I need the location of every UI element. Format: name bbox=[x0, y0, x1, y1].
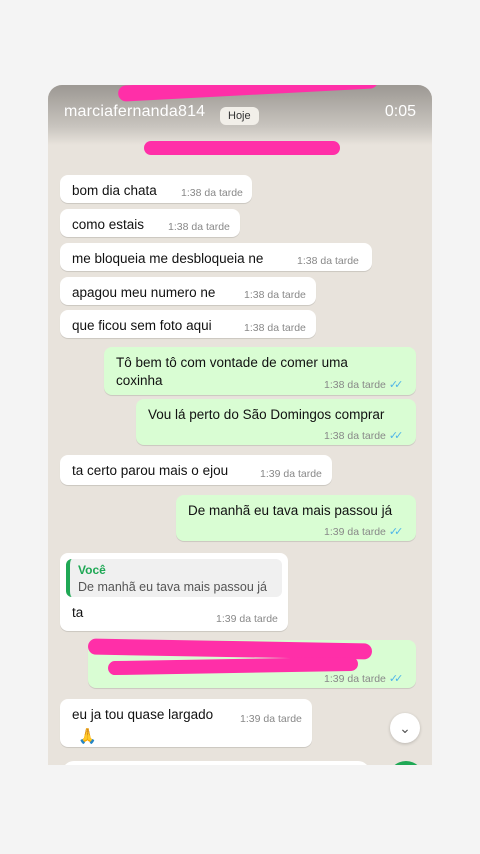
message-time: 1:38 da tarde bbox=[244, 322, 306, 334]
message-text: ta certo parou mais o ejou bbox=[72, 463, 229, 478]
read-receipt-icon: ✓✓ bbox=[388, 379, 404, 391]
message-time: 1:39 da tarde bbox=[260, 468, 322, 480]
outgoing-message[interactable]: De manhã eu tava mais passou já 1:39 da … bbox=[176, 495, 416, 541]
time-label: 1:39 da tarde bbox=[324, 526, 386, 538]
time-label: 1:38 da tarde bbox=[324, 379, 386, 391]
message-text: coxinha bbox=[116, 373, 163, 388]
message-time: 1:38 da tarde ✓✓ bbox=[324, 378, 404, 391]
message-time: 1:38 da tarde ✓✓ bbox=[324, 429, 404, 442]
incoming-reply-message[interactable]: Você De manhã eu tava mais passou já ta … bbox=[60, 553, 288, 631]
time-label: 1:38 da tarde bbox=[324, 430, 386, 442]
incoming-message[interactable]: apagou meu numero ne 1:38 da tarde bbox=[60, 277, 316, 305]
message-time: 1:38 da tarde bbox=[168, 221, 230, 233]
message-text: como estais bbox=[72, 217, 145, 232]
contact-username[interactable]: marciafernanda814 bbox=[64, 103, 205, 121]
message-time: 1:38 da tarde bbox=[244, 289, 306, 301]
message-time: 1:39 da tarde bbox=[240, 713, 302, 725]
scroll-down-button[interactable]: ⌄ bbox=[390, 713, 420, 743]
message-time: 1:38 da tarde bbox=[297, 255, 359, 267]
message-text: De manhã eu tava mais passou já bbox=[188, 503, 393, 518]
chevron-down-icon: ⌄ bbox=[399, 720, 411, 736]
message-text: apagou meu numero ne bbox=[72, 285, 216, 300]
message-text: eu ja tou quase largado bbox=[72, 707, 214, 722]
message-time: 1:38 da tarde bbox=[181, 187, 243, 199]
message-text: ta bbox=[72, 605, 84, 620]
message-text: que ficou sem foto aqui bbox=[72, 318, 212, 333]
message-text: me bloqueia me desbloqueia ne bbox=[72, 251, 264, 266]
send-button[interactable] bbox=[388, 761, 424, 765]
chat-screen: marciafernanda814 0:05 Hoje bom dia chat… bbox=[48, 85, 432, 765]
message-text: Vou lá perto do São Domingos comprar bbox=[148, 407, 385, 422]
incoming-message[interactable]: eu ja tou quase largado 1:39 da tarde bbox=[60, 699, 312, 747]
message-text: bom dia chata bbox=[72, 183, 157, 198]
incoming-message[interactable]: como estais 1:38 da tarde bbox=[60, 209, 240, 237]
date-chip: Hoje bbox=[220, 107, 259, 125]
incoming-message[interactable]: bom dia chata 1:38 da tarde bbox=[60, 175, 252, 203]
message-time: 1:39 da tarde ✓✓ bbox=[324, 525, 404, 538]
time-label: 1:39 da tarde bbox=[324, 673, 386, 685]
read-receipt-icon: ✓✓ bbox=[388, 526, 404, 538]
quoted-author: Você bbox=[78, 563, 106, 577]
incoming-message[interactable]: que ficou sem foto aqui 1:38 da tarde bbox=[60, 310, 316, 338]
quoted-message[interactable]: Você De manhã eu tava mais passou já bbox=[66, 559, 282, 597]
pray-emoji: 🙏 bbox=[78, 728, 97, 745]
message-time: 1:39 da tarde bbox=[216, 613, 278, 625]
redaction-scribble bbox=[144, 141, 340, 155]
message-text: Tô bem tô com vontade de comer uma bbox=[116, 355, 348, 370]
outgoing-message[interactable]: Vou lá perto do São Domingos comprar 1:3… bbox=[136, 399, 416, 445]
quoted-text: De manhã eu tava mais passou já bbox=[78, 580, 267, 594]
message-input[interactable] bbox=[62, 761, 370, 765]
incoming-message[interactable]: ta certo parou mais o ejou 1:39 da tarde bbox=[60, 455, 332, 485]
read-receipt-icon: ✓✓ bbox=[388, 430, 404, 442]
outgoing-message[interactable]: Tô bem tô com vontade de comer uma coxin… bbox=[104, 347, 416, 395]
read-receipt-icon: ✓✓ bbox=[388, 673, 404, 685]
recording-timer: 0:05 bbox=[384, 103, 416, 120]
message-time: 1:39 da tarde ✓✓ bbox=[324, 672, 404, 685]
incoming-message[interactable]: me bloqueia me desbloqueia ne 1:38 da ta… bbox=[60, 243, 372, 271]
